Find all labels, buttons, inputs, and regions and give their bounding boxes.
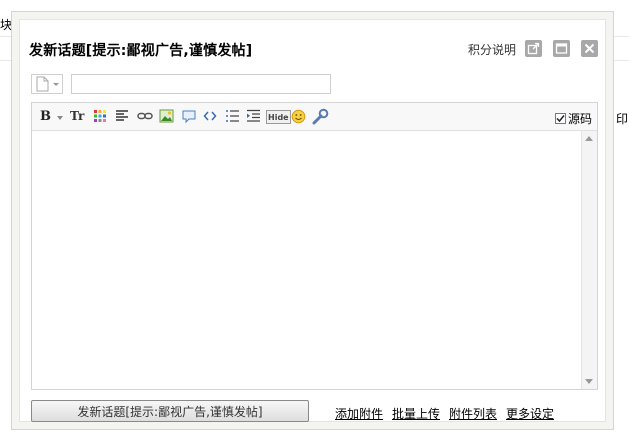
editor-toolbar: B Tr Hide 源码 [32,103,597,131]
maximize-button[interactable] [553,40,570,57]
ordered-list-button[interactable] [225,108,240,124]
add-attachment-link[interactable]: 添加附件 [335,405,383,422]
color-button[interactable] [93,108,107,124]
image-button[interactable] [159,108,174,124]
popout-button[interactable] [525,40,542,57]
dialog-body: 发新话题[提示:鄙视广告,谨慎发帖] 积分说明 B Tr Hide 源码 发新话… [19,19,606,422]
rich-text-editor: B Tr Hide 源码 [31,102,598,390]
link-icon [137,112,153,120]
chevron-down-icon [53,83,59,86]
numbered-list-icon [226,110,239,122]
close-icon [584,43,595,54]
code-icon [203,111,217,121]
editor-content-area[interactable] [32,131,581,389]
batch-upload-link[interactable]: 批量上传 [392,405,440,422]
align-button[interactable] [115,108,129,124]
close-button[interactable] [581,40,598,57]
indent-button[interactable] [246,108,261,124]
image-icon [159,109,174,123]
subject-input[interactable] [71,74,331,94]
points-help-link[interactable]: 积分说明 [468,41,516,58]
scroll-up-icon[interactable] [585,135,593,141]
font-size-button[interactable]: Tr [70,108,84,124]
align-left-icon [116,110,128,121]
scroll-down-icon[interactable] [585,379,593,385]
source-label: 源码 [568,112,593,126]
quote-button[interactable] [181,108,197,124]
document-icon [36,76,59,92]
chevron-down-icon [57,116,63,120]
popout-icon [527,42,540,55]
code-button[interactable] [203,108,217,124]
background-fragment-right: 印 [616,112,629,126]
checkmark-icon [556,115,565,123]
bold-dropdown[interactable] [56,110,64,126]
post-dialog: 发新话题[提示:鄙视广告,谨慎发帖] 积分说明 B Tr Hide 源码 发新话… [11,11,614,430]
smiley-icon [291,109,306,123]
attachment-list-link[interactable]: 附件列表 [449,405,497,422]
emoticon-button[interactable] [291,108,306,124]
bold-button[interactable]: B [40,108,51,124]
dialog-title: 发新话题[提示:鄙视广告,谨慎发帖] [29,43,253,59]
wrench-icon [312,108,329,124]
hide-content-button[interactable]: Hide [266,110,291,124]
color-grid-icon [94,110,106,122]
source-mode-toggle[interactable]: 源码 [555,110,592,127]
submit-post-button[interactable]: 发新话题[提示:鄙视广告,谨慎发帖] [31,400,309,422]
more-settings-link[interactable]: 更多设定 [506,405,554,422]
post-type-select[interactable] [31,74,63,94]
speech-bubble-icon [182,110,196,123]
source-checkbox[interactable] [555,113,566,124]
maximize-icon [555,43,568,54]
indent-icon [247,109,260,122]
link-button[interactable] [137,108,153,124]
plugin-button[interactable] [312,108,329,124]
editor-scrollbar[interactable] [581,131,597,389]
